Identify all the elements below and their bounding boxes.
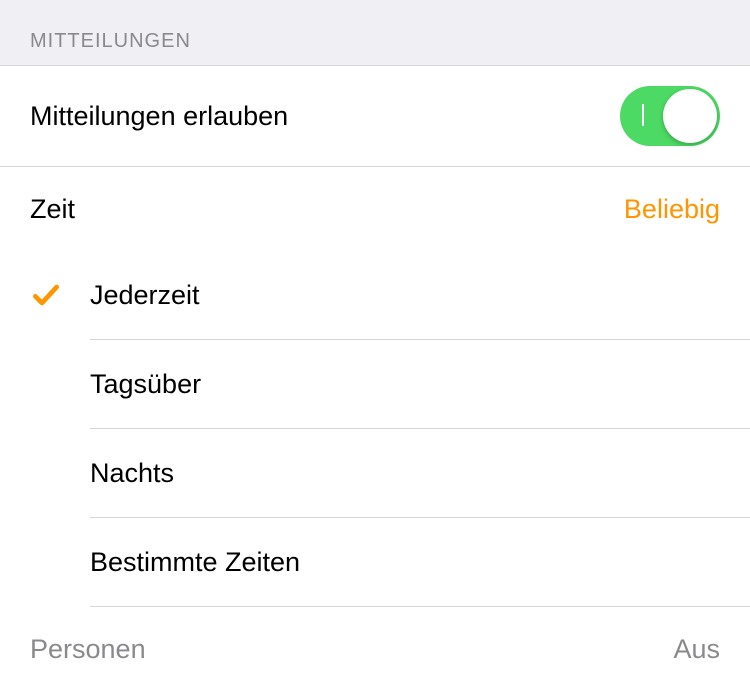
time-value: Beliebig: [624, 194, 720, 225]
option-label: Tagsüber: [90, 369, 720, 400]
time-label: Zeit: [30, 194, 624, 225]
row-allow-notifications[interactable]: Mitteilungen erlauben: [0, 66, 750, 166]
option-tagsueber[interactable]: Tagsüber: [0, 340, 750, 428]
allow-notifications-label: Mitteilungen erlauben: [30, 101, 620, 132]
allow-notifications-toggle[interactable]: [620, 86, 720, 146]
row-persons[interactable]: Personen Aus: [0, 607, 750, 692]
option-nachts[interactable]: Nachts: [0, 429, 750, 517]
toggle-on-indicator-icon: [642, 104, 644, 126]
toggle-knob-icon: [663, 89, 717, 143]
settings-list: Mitteilungen erlauben Zeit Beliebig Jede…: [0, 65, 750, 692]
option-jederzeit[interactable]: Jederzeit: [0, 251, 750, 339]
row-time[interactable]: Zeit Beliebig: [0, 166, 750, 251]
time-options-group: Jederzeit Tagsüber Nachts Bestimmte Zeit…: [0, 251, 750, 607]
option-label: Jederzeit: [90, 280, 720, 311]
option-label: Nachts: [90, 458, 720, 489]
checkmark-icon: [30, 279, 90, 311]
persons-label: Personen: [30, 634, 673, 665]
persons-value: Aus: [673, 634, 720, 665]
option-label: Bestimmte Zeiten: [90, 547, 720, 578]
section-header-mitteilungen: MITTEILUNGEN: [0, 0, 750, 65]
option-bestimmte-zeiten[interactable]: Bestimmte Zeiten: [0, 518, 750, 606]
